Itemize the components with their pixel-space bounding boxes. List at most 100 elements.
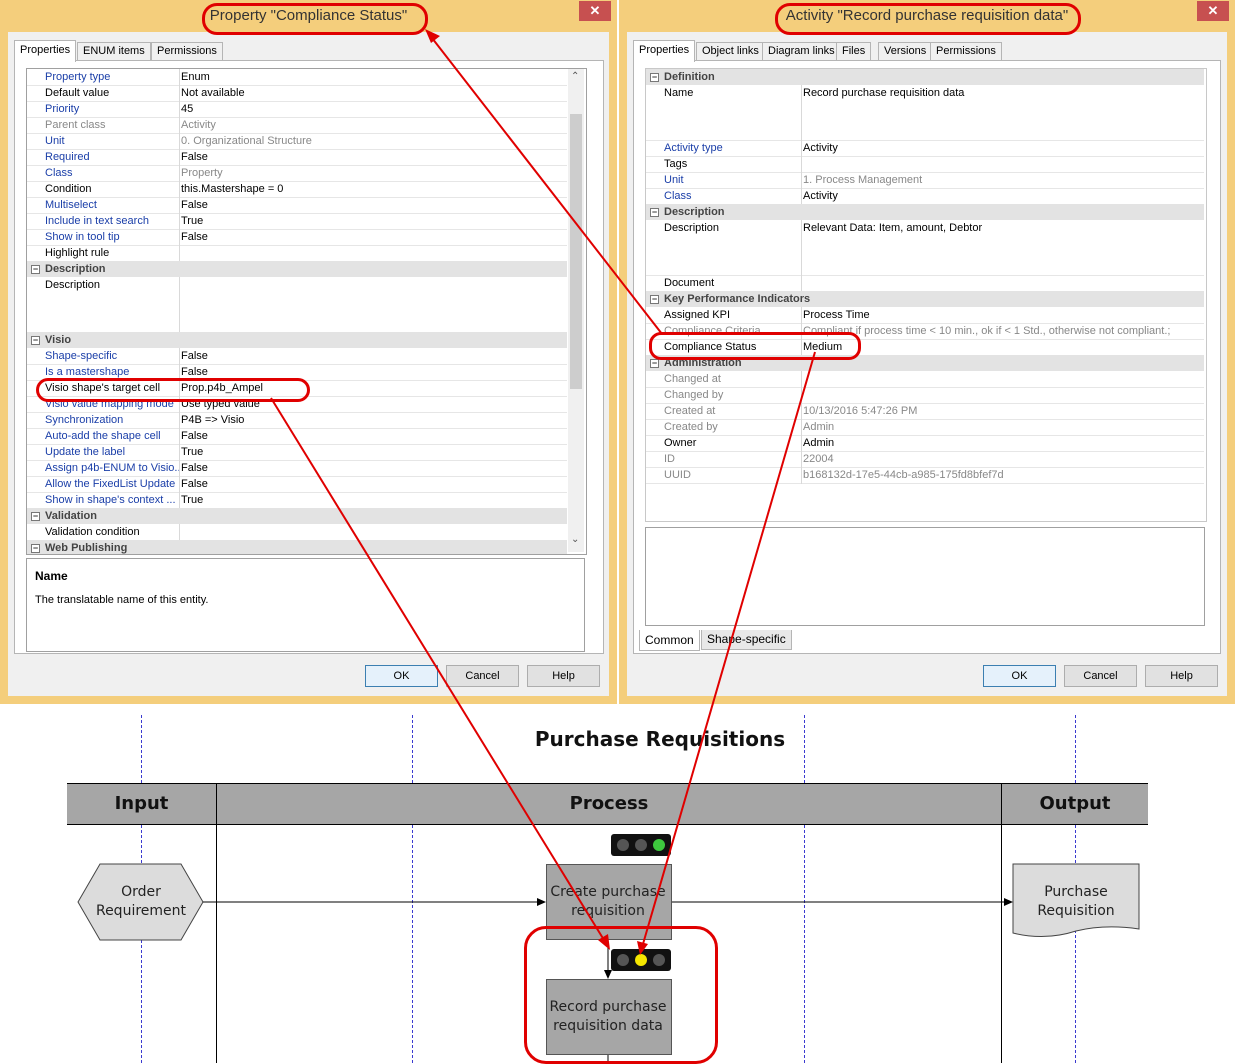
property-value[interactable]: b168132d-17e5-44cb-a985-175fd8bfef7d bbox=[803, 467, 1200, 483]
collapse-toggle-icon[interactable]: − bbox=[650, 295, 659, 304]
property-value[interactable]: False bbox=[181, 197, 563, 213]
property-row[interactable]: Created by Admin bbox=[646, 419, 1204, 436]
property-value[interactable]: Activity bbox=[803, 140, 1200, 156]
collapse-toggle-icon[interactable]: − bbox=[650, 359, 659, 368]
tab-common[interactable]: Common bbox=[639, 630, 700, 651]
property-row[interactable]: Description Relevant Data: Item, amount, … bbox=[646, 220, 1204, 276]
property-row[interactable]: Required False bbox=[27, 149, 567, 166]
property-value[interactable]: False bbox=[181, 460, 563, 476]
collapse-toggle-icon[interactable]: − bbox=[650, 208, 659, 217]
property-value[interactable]: True bbox=[181, 444, 563, 460]
property-value[interactable]: False bbox=[181, 428, 563, 444]
ok-button[interactable]: OK bbox=[983, 665, 1056, 687]
scroll-down-arrow-icon[interactable]: ⌄ bbox=[571, 534, 579, 545]
tab-object-links[interactable]: Object links bbox=[696, 42, 765, 60]
property-value[interactable]: False bbox=[181, 149, 563, 165]
property-row[interactable]: Update the label True bbox=[27, 444, 567, 461]
left-property-grid[interactable]: Property type Enum Default value Not availa… bbox=[26, 68, 587, 555]
property-row[interactable]: Allow the FixedList Update False bbox=[27, 476, 567, 493]
property-row[interactable]: Show in shape's context ... True bbox=[27, 492, 567, 509]
tab-properties[interactable]: Properties bbox=[14, 40, 77, 62]
tab-enum-items[interactable]: ENUM items bbox=[77, 42, 151, 60]
property-row[interactable]: Changed at bbox=[646, 371, 1204, 388]
property-value[interactable]: False bbox=[181, 229, 563, 245]
property-value[interactable]: P4B => Visio bbox=[181, 412, 563, 428]
category-header[interactable]: − Definition bbox=[646, 69, 1204, 85]
tab-files[interactable]: Files bbox=[836, 42, 872, 60]
property-value[interactable]: Activity bbox=[181, 117, 563, 133]
property-row[interactable]: Multiselect False bbox=[27, 197, 567, 214]
category-header[interactable]: − Validation bbox=[27, 508, 567, 524]
property-row[interactable]: Condition this.Mastershape = 0 bbox=[27, 181, 567, 198]
cancel-button[interactable]: Cancel bbox=[446, 665, 519, 687]
property-value[interactable]: 0. Organizational Structure bbox=[181, 133, 563, 149]
property-row[interactable]: Unit 1. Process Management bbox=[646, 172, 1204, 189]
property-row[interactable]: Synchronization P4B => Visio bbox=[27, 412, 567, 429]
property-row[interactable]: Priority 45 bbox=[27, 101, 567, 118]
right-property-grid[interactable]: − Definition Name Record purchase requisiti… bbox=[645, 68, 1207, 522]
property-value[interactable]: Process Time bbox=[803, 307, 1200, 323]
property-value[interactable]: Enum bbox=[181, 69, 563, 85]
property-row[interactable]: Include in text search True bbox=[27, 213, 567, 230]
property-value[interactable]: Record purchase requisition data bbox=[803, 85, 1200, 101]
property-row[interactable]: Changed by bbox=[646, 387, 1204, 404]
property-row[interactable]: Activity type Activity bbox=[646, 140, 1204, 157]
collapse-toggle-icon[interactable]: − bbox=[650, 73, 659, 82]
category-header[interactable]: − Visio bbox=[27, 332, 567, 348]
collapse-toggle-icon[interactable]: − bbox=[31, 265, 40, 274]
property-value[interactable]: Admin bbox=[803, 419, 1200, 435]
category-header[interactable]: − Key Performance Indicators bbox=[646, 291, 1204, 307]
property-row[interactable]: Document bbox=[646, 275, 1204, 292]
property-row[interactable]: Assign p4b-ENUM to Visio... False bbox=[27, 460, 567, 477]
property-row[interactable]: UUID b168132d-17e5-44cb-a985-175fd8bfef7d bbox=[646, 467, 1204, 484]
collapse-toggle-icon[interactable]: − bbox=[31, 544, 40, 553]
property-row[interactable]: Default value Not available bbox=[27, 85, 567, 102]
property-value[interactable]: this.Mastershape = 0 bbox=[181, 181, 563, 197]
category-header[interactable]: − Description bbox=[27, 261, 567, 277]
property-row[interactable]: Auto-add the shape cell False bbox=[27, 428, 567, 445]
property-row[interactable]: Tags bbox=[646, 156, 1204, 173]
tab-versions[interactable]: Versions bbox=[878, 42, 933, 60]
property-row[interactable]: Show in tool tip False bbox=[27, 229, 567, 246]
property-value[interactable]: False bbox=[181, 476, 563, 492]
property-row[interactable]: Name Record purchase requisition data bbox=[646, 85, 1204, 141]
ok-button[interactable]: OK bbox=[365, 665, 438, 687]
property-row[interactable]: Class Activity bbox=[646, 188, 1204, 205]
property-value[interactable]: Admin bbox=[803, 435, 1200, 451]
property-row[interactable]: Created at 10/13/2016 5:47:26 PM bbox=[646, 403, 1204, 420]
property-value[interactable]: 10/13/2016 5:47:26 PM bbox=[803, 403, 1200, 419]
collapse-toggle-icon[interactable]: − bbox=[31, 512, 40, 521]
property-value[interactable]: True bbox=[181, 213, 563, 229]
left-grid-scroll-thumb[interactable] bbox=[570, 114, 582, 389]
category-header[interactable]: − Description bbox=[646, 204, 1204, 220]
left-grid-scrollbar[interactable]: ⌃ ⌄ bbox=[568, 69, 584, 552]
property-row[interactable]: Validation condition bbox=[27, 524, 567, 541]
property-value[interactable]: True bbox=[181, 492, 563, 508]
property-value[interactable]: Activity bbox=[803, 188, 1200, 204]
scroll-up-arrow-icon[interactable]: ⌃ bbox=[571, 71, 579, 82]
help-button[interactable]: Help bbox=[527, 665, 600, 687]
property-value[interactable]: False bbox=[181, 348, 563, 364]
collapse-toggle-icon[interactable]: − bbox=[31, 336, 40, 345]
cancel-button[interactable]: Cancel bbox=[1064, 665, 1137, 687]
property-row[interactable]: Highlight rule bbox=[27, 245, 567, 262]
help-button[interactable]: Help bbox=[1145, 665, 1218, 687]
property-row[interactable]: Property type Enum bbox=[27, 69, 567, 86]
property-value[interactable]: Not available bbox=[181, 85, 563, 101]
tab-shape-specific[interactable]: Shape-specific bbox=[701, 630, 792, 650]
property-row[interactable]: Shape-specific False bbox=[27, 348, 567, 365]
property-row[interactable]: Description bbox=[27, 277, 567, 333]
property-row[interactable]: ID 22004 bbox=[646, 451, 1204, 468]
property-value[interactable]: 1. Process Management bbox=[803, 172, 1200, 188]
tab-properties[interactable]: Properties bbox=[633, 40, 696, 62]
property-value[interactable]: Medium bbox=[803, 339, 1200, 355]
property-row[interactable]: Parent class Activity bbox=[27, 117, 567, 134]
property-value[interactable]: 22004 bbox=[803, 451, 1200, 467]
property-value[interactable]: Property bbox=[181, 165, 563, 181]
tab-diagram-links[interactable]: Diagram links bbox=[762, 42, 841, 60]
property-row[interactable]: Assigned KPI Process Time bbox=[646, 307, 1204, 324]
property-value[interactable]: 45 bbox=[181, 101, 563, 117]
property-value[interactable]: Relevant Data: Item, amount, Debtor bbox=[803, 220, 1200, 236]
property-row[interactable]: Owner Admin bbox=[646, 435, 1204, 452]
left-dialog-close-button[interactable]: ✕ bbox=[579, 1, 611, 21]
